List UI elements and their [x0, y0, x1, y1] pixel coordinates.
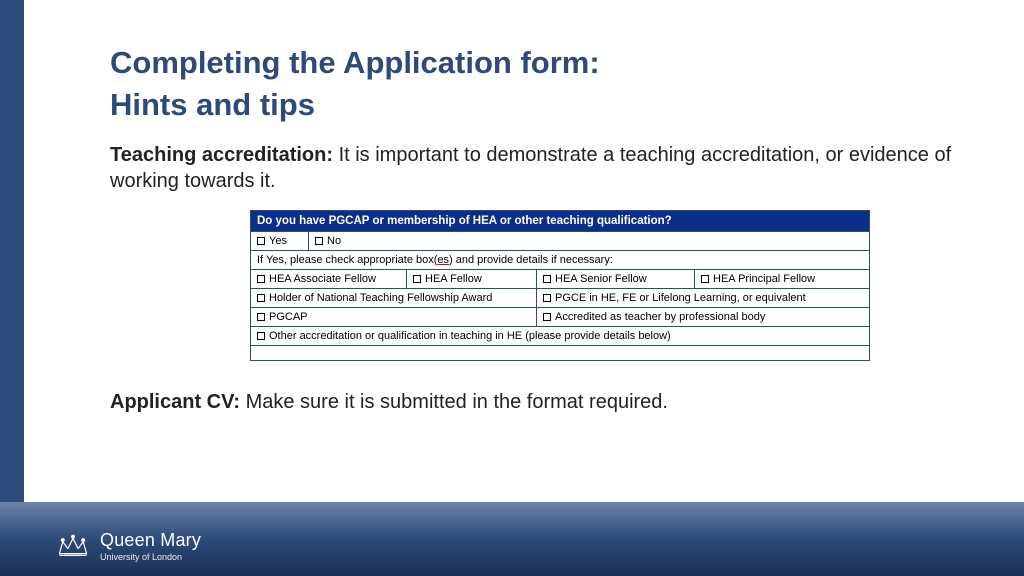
left-accent-bar: [0, 0, 24, 576]
teaching-text: Teaching accreditation: It is important …: [110, 142, 964, 194]
applicant-desc: Make sure it is submitted in the format …: [240, 391, 668, 413]
cell-pgcap: PGCAP: [251, 308, 537, 326]
teaching-block: Teaching accreditation: It is important …: [110, 142, 964, 361]
label-accred: Accredited as teacher by professional bo…: [555, 311, 765, 323]
footer-bar: Queen Mary University of London: [0, 502, 1024, 576]
checkbox-icon[interactable]: [315, 237, 323, 245]
checkbox-icon[interactable]: [257, 294, 265, 302]
slide-heading: Completing the Application form: Hints a…: [110, 42, 964, 126]
label-yes: Yes: [269, 235, 287, 247]
cell-principal: HEA Principal Fellow: [695, 270, 869, 288]
cell-yes: Yes: [251, 232, 309, 250]
checkbox-icon[interactable]: [543, 275, 551, 283]
label-other: Other accreditation or qualification in …: [269, 330, 671, 342]
applicant-text: Applicant CV: Make sure it is submitted …: [110, 389, 964, 415]
brand-name: Queen Mary: [100, 530, 201, 551]
checkbox-icon[interactable]: [257, 275, 265, 283]
label-pgce: PGCE in HE, FE or Lifelong Learning, or …: [555, 292, 806, 304]
cell-accred: Accredited as teacher by professional bo…: [537, 308, 869, 326]
cell-pgce: PGCE in HE, FE or Lifelong Learning, or …: [537, 289, 869, 307]
cell-other: Other accreditation or qualification in …: [251, 327, 869, 345]
cell-senior: HEA Senior Fellow: [537, 270, 695, 288]
label-no: No: [327, 235, 341, 247]
brand-text: Queen Mary University of London: [100, 530, 201, 562]
form-row-ifyes: If Yes, please check appropriate box(es)…: [251, 251, 869, 270]
checkbox-icon[interactable]: [543, 313, 551, 321]
form-row-other: Other accreditation or qualification in …: [251, 327, 869, 346]
applicant-block: Applicant CV: Make sure it is submitted …: [110, 389, 964, 415]
form-header: Do you have PGCAP or membership of HEA o…: [251, 211, 869, 232]
form-row-blank: [251, 346, 869, 360]
label-principal: HEA Principal Fellow: [713, 273, 815, 285]
applicant-label: Applicant CV:: [110, 391, 240, 413]
checkbox-icon[interactable]: [257, 313, 265, 321]
form-row-hea: HEA Associate Fellow HEA Fellow HEA Seni…: [251, 270, 869, 289]
label-senior: HEA Senior Fellow: [555, 273, 647, 285]
qualification-form: Do you have PGCAP or membership of HEA o…: [250, 210, 870, 361]
label-assoc: HEA Associate Fellow: [269, 273, 376, 285]
checkbox-icon[interactable]: [257, 237, 265, 245]
cell-assoc: HEA Associate Fellow: [251, 270, 407, 288]
label-pgcap: PGCAP: [269, 311, 308, 323]
blank-cell: [251, 346, 869, 360]
label-ntfa: Holder of National Teaching Fellowship A…: [269, 292, 492, 304]
cell-ntfa: Holder of National Teaching Fellowship A…: [251, 289, 537, 307]
form-row-ntfa: Holder of National Teaching Fellowship A…: [251, 289, 869, 308]
brand-logo: Queen Mary University of London: [56, 530, 201, 562]
content-area: Completing the Application form: Hints a…: [110, 42, 964, 415]
teaching-label: Teaching accreditation:: [110, 144, 333, 166]
checkbox-icon[interactable]: [413, 275, 421, 283]
checkbox-icon[interactable]: [257, 332, 265, 340]
slide: Completing the Application form: Hints a…: [0, 0, 1024, 576]
heading-line-2: Hints and tips: [110, 84, 964, 126]
cell-fellow: HEA Fellow: [407, 270, 537, 288]
brand-sub: University of London: [100, 552, 201, 562]
cell-no: No: [309, 232, 869, 250]
label-fellow: HEA Fellow: [425, 273, 482, 285]
ifyes-text: If Yes, please check appropriate box(es)…: [251, 251, 869, 269]
checkbox-icon[interactable]: [701, 275, 709, 283]
checkbox-icon[interactable]: [543, 294, 551, 302]
form-row-pgcap: PGCAP Accredited as teacher by professio…: [251, 308, 869, 327]
heading-line-1: Completing the Application form:: [110, 42, 964, 84]
form-row-yesno: Yes No: [251, 232, 869, 251]
crown-icon: [56, 531, 90, 561]
